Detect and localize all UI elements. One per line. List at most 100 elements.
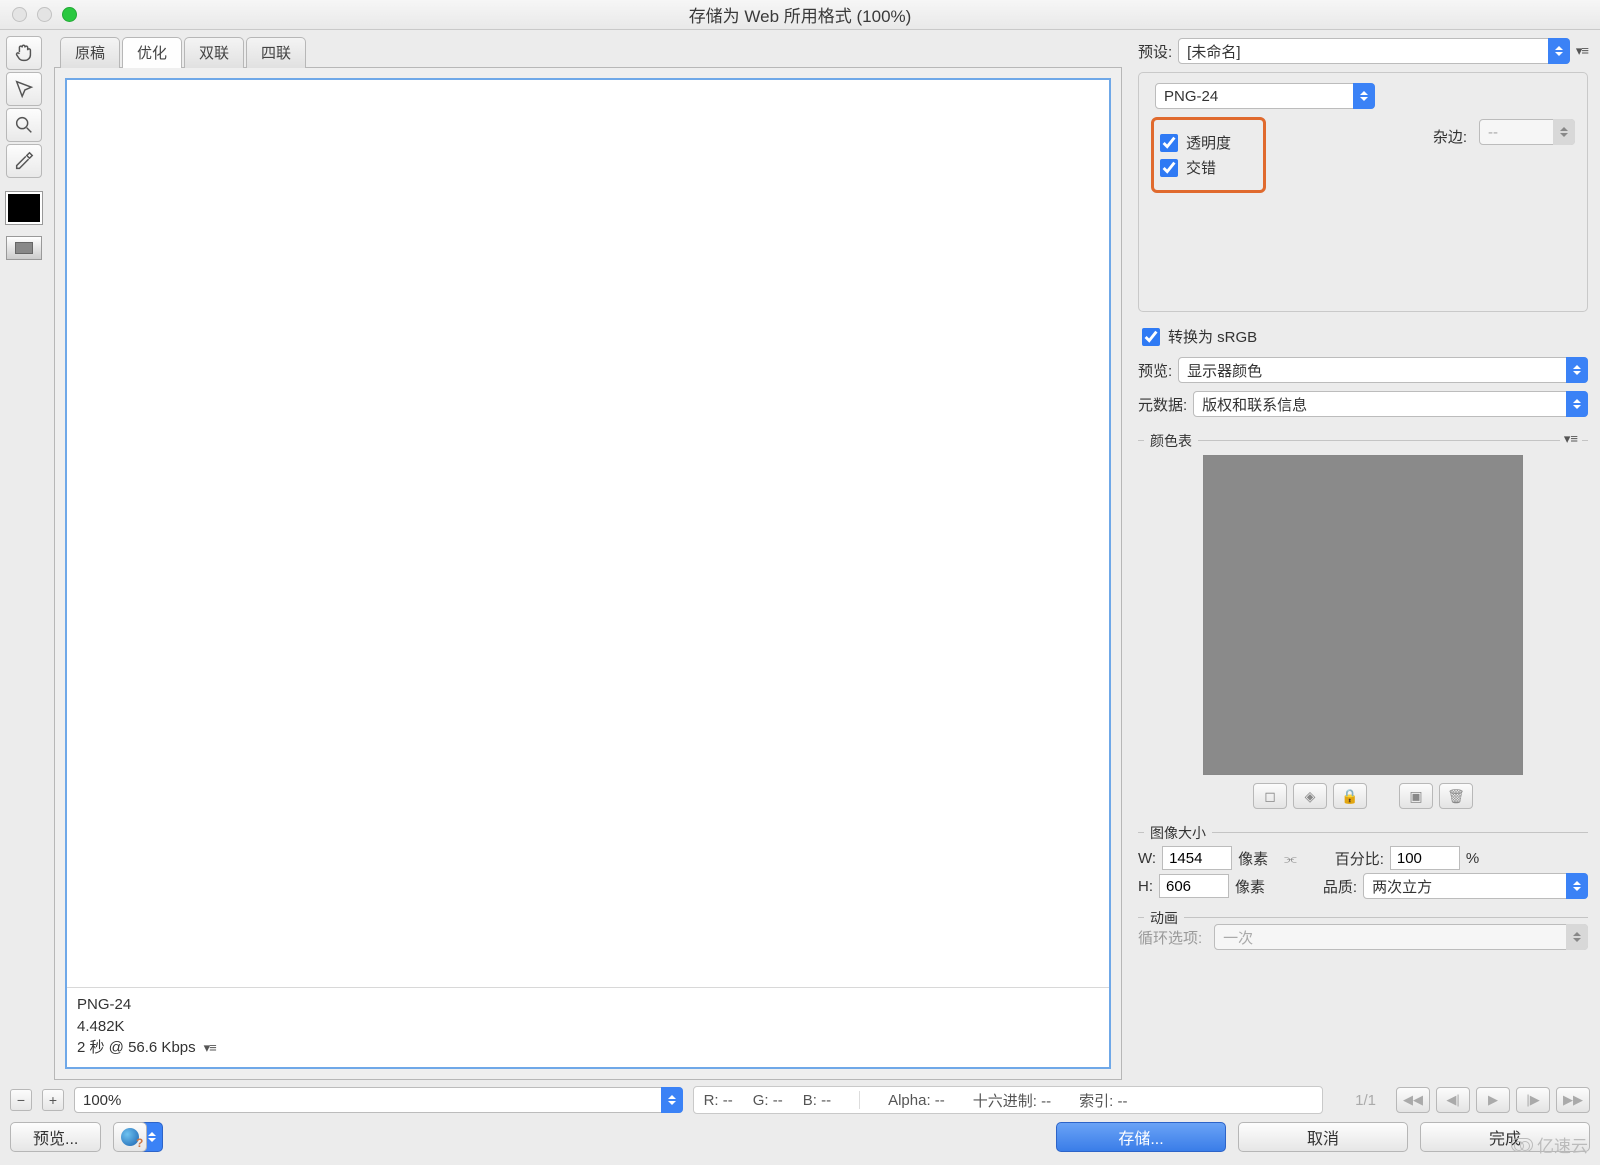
- dropdown-arrow-icon: [1553, 119, 1575, 145]
- constrain-link-icon[interactable]: ⫘: [1284, 850, 1297, 867]
- toggle-slices-icon[interactable]: [6, 236, 42, 260]
- readout-alpha: Alpha: --: [888, 1092, 945, 1109]
- first-frame-button[interactable]: ◀◀: [1396, 1087, 1430, 1113]
- quality-label: 品质:: [1323, 876, 1357, 897]
- next-frame-button[interactable]: |▶: [1516, 1087, 1550, 1113]
- preset-label: 预设:: [1138, 41, 1172, 62]
- readout-g: G: --: [753, 1092, 783, 1109]
- eyedropper-tool-icon[interactable]: [6, 144, 42, 178]
- ct-map-transparent-icon[interactable]: ◻: [1253, 783, 1287, 809]
- dropdown-arrow-icon: [1566, 391, 1588, 417]
- prev-frame-button[interactable]: ◀|: [1436, 1087, 1470, 1113]
- transparency-label: 透明度: [1186, 132, 1231, 153]
- format-options-group: PNG-24 透明度 交错 杂边: --: [1138, 72, 1588, 312]
- interlaced-checkbox[interactable]: 交错: [1160, 157, 1231, 178]
- optimize-readout: PNG-24 4.482K 2 秒 @ 56.6 Kbps ▾≡: [67, 987, 1109, 1067]
- percent-unit: %: [1466, 850, 1479, 867]
- preview-button[interactable]: 预览...: [10, 1122, 101, 1152]
- dropdown-arrow-icon: [661, 1087, 683, 1113]
- animation-label: 动画: [1144, 908, 1184, 928]
- canvas[interactable]: PNG-24 4.482K 2 秒 @ 56.6 Kbps ▾≡: [65, 78, 1111, 1069]
- ct-shift-websafe-icon[interactable]: ◈: [1293, 783, 1327, 809]
- readout-format: PNG-24: [77, 994, 1099, 1016]
- preset-select[interactable]: [未命名]: [1178, 38, 1570, 64]
- format-select[interactable]: PNG-24: [1155, 83, 1375, 109]
- width-unit: 像素: [1238, 848, 1268, 869]
- window-title: 存储为 Web 所用格式 (100%): [0, 2, 1600, 27]
- height-input[interactable]: [1159, 874, 1229, 898]
- height-label: H:: [1138, 878, 1153, 895]
- metadata-select[interactable]: 版权和联系信息: [1193, 391, 1588, 417]
- color-table-buttons: ◻ ◈ 🔒 ▣ 🗑: [1138, 783, 1588, 809]
- hand-tool-icon[interactable]: [6, 36, 42, 70]
- panel-menu-icon[interactable]: ▾≡: [1576, 43, 1588, 59]
- zoom-in-button[interactable]: +: [42, 1089, 64, 1111]
- animation-playback: 1/1 ◀◀ ◀| ▶ |▶ ▶▶: [1341, 1087, 1590, 1113]
- dropdown-arrow-icon: [1548, 38, 1570, 64]
- color-table-header: 颜色表 ▾≡: [1138, 431, 1588, 441]
- height-unit: 像素: [1235, 876, 1265, 897]
- canvas-container: PNG-24 4.482K 2 秒 @ 56.6 Kbps ▾≡: [54, 67, 1122, 1080]
- tab-original[interactable]: 原稿: [60, 37, 120, 68]
- image-size-header: 图像大小: [1138, 823, 1588, 833]
- watermark-logo-icon: [1511, 1138, 1533, 1152]
- readout-index: 索引: --: [1079, 1090, 1127, 1111]
- slice-select-tool-icon[interactable]: [6, 72, 42, 106]
- preview-select[interactable]: 显示器颜色: [1178, 357, 1588, 383]
- color-readout: R: -- G: -- B: -- Alpha: -- 十六进制: -- 索引:…: [693, 1086, 1324, 1114]
- width-label: W:: [1138, 850, 1156, 867]
- percent-label: 百分比:: [1335, 848, 1384, 869]
- transparency-checkbox[interactable]: 透明度: [1160, 132, 1231, 153]
- last-frame-button[interactable]: ▶▶: [1556, 1087, 1590, 1113]
- toolstrip: [0, 30, 48, 1080]
- readout-b: B: --: [803, 1092, 831, 1109]
- browser-preview-button[interactable]: ?: [113, 1122, 147, 1152]
- percent-input[interactable]: [1390, 846, 1460, 870]
- image-size-group: W: 像素 ⫘ 百分比: % H: 像素 品质: 两次立方: [1138, 833, 1588, 902]
- preview-label: 预览:: [1138, 360, 1172, 381]
- dropdown-arrow-icon: [1353, 83, 1375, 109]
- loop-label: 循环选项:: [1138, 927, 1202, 948]
- animation-group: 循环选项: 一次: [1138, 924, 1588, 958]
- play-button[interactable]: ▶: [1476, 1087, 1510, 1113]
- ct-lock-color-icon[interactable]: 🔒: [1333, 783, 1367, 809]
- readout-timing: 2 秒 @ 56.6 Kbps: [77, 1039, 196, 1056]
- quality-select[interactable]: 两次立方: [1363, 873, 1588, 899]
- tab-4up[interactable]: 四联: [246, 37, 306, 68]
- tab-2up[interactable]: 双联: [184, 37, 244, 68]
- ct-delete-color-icon[interactable]: 🗑: [1439, 783, 1473, 809]
- tab-optimized[interactable]: 优化: [122, 37, 182, 68]
- dropdown-arrow-icon: [1566, 873, 1588, 899]
- foreground-color-swatch[interactable]: [6, 192, 42, 224]
- ct-new-color-icon[interactable]: ▣: [1399, 783, 1433, 809]
- cancel-button[interactable]: 取消: [1238, 1122, 1408, 1152]
- dropdown-arrow-icon: [1566, 357, 1588, 383]
- frame-indicator: 1/1: [1355, 1092, 1376, 1109]
- zoom-out-button[interactable]: −: [10, 1089, 32, 1111]
- settings-panel: 预设: [未命名] ▾≡ PNG-24 透明度 交错 杂边: -- 转换为 sR…: [1130, 30, 1600, 1080]
- readout-r: R: --: [704, 1092, 733, 1109]
- matte-label: 杂边:: [1433, 126, 1467, 147]
- metadata-label: 元数据:: [1138, 394, 1187, 415]
- loop-select: 一次: [1214, 924, 1588, 950]
- width-input[interactable]: [1162, 846, 1232, 870]
- matte-select[interactable]: --: [1479, 119, 1575, 145]
- color-table-menu-icon[interactable]: ▾≡: [1560, 431, 1582, 447]
- image-size-label: 图像大小: [1144, 823, 1212, 843]
- view-tabs: 原稿 优化 双联 四联: [60, 36, 1122, 67]
- highlighted-options: 透明度 交错: [1151, 117, 1266, 193]
- animation-header: 动画: [1138, 908, 1588, 918]
- save-button[interactable]: 存储...: [1056, 1122, 1226, 1152]
- readout-menu-icon[interactable]: ▾≡: [204, 1039, 216, 1058]
- zoom-select[interactable]: 100%: [74, 1087, 683, 1113]
- interlaced-label: 交错: [1186, 157, 1216, 178]
- readout-size: 4.482K: [77, 1016, 1099, 1038]
- titlebar: 存储为 Web 所用格式 (100%): [0, 0, 1600, 30]
- zoom-tool-icon[interactable]: [6, 108, 42, 142]
- readout-hex: 十六进制: --: [973, 1090, 1051, 1111]
- color-table[interactable]: [1203, 455, 1523, 775]
- dropdown-arrow-icon: [1566, 924, 1588, 950]
- convert-srgb-label: 转换为 sRGB: [1168, 326, 1257, 347]
- convert-srgb-checkbox[interactable]: 转换为 sRGB: [1142, 326, 1588, 347]
- watermark: 亿速云: [1511, 1132, 1588, 1157]
